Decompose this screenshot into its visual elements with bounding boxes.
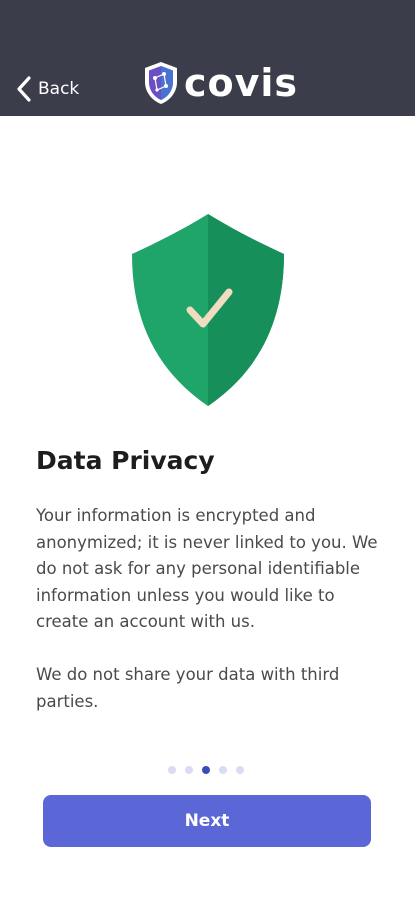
chevron-left-icon <box>17 76 31 102</box>
privacy-description: Your information is encrypted and anonym… <box>36 506 378 631</box>
pagination-dot <box>236 766 244 774</box>
shield-check-icon <box>132 214 284 406</box>
logo-text: covis <box>184 61 299 105</box>
app-header: Back covis <box>0 0 415 116</box>
back-label: Back <box>38 79 80 99</box>
pagination-dot <box>168 766 176 774</box>
next-button[interactable]: Next <box>43 795 371 847</box>
back-button[interactable]: Back <box>14 72 79 106</box>
page-title: Data Privacy <box>36 446 215 475</box>
covis-shield-logo-icon <box>145 62 177 104</box>
pagination-dot-active <box>202 766 210 774</box>
pagination-dot <box>219 766 227 774</box>
data-sharing-note: We do not share your data with third par… <box>36 665 340 711</box>
pagination-dot <box>185 766 193 774</box>
pagination-dots <box>168 766 244 774</box>
app-logo: covis <box>142 58 298 108</box>
